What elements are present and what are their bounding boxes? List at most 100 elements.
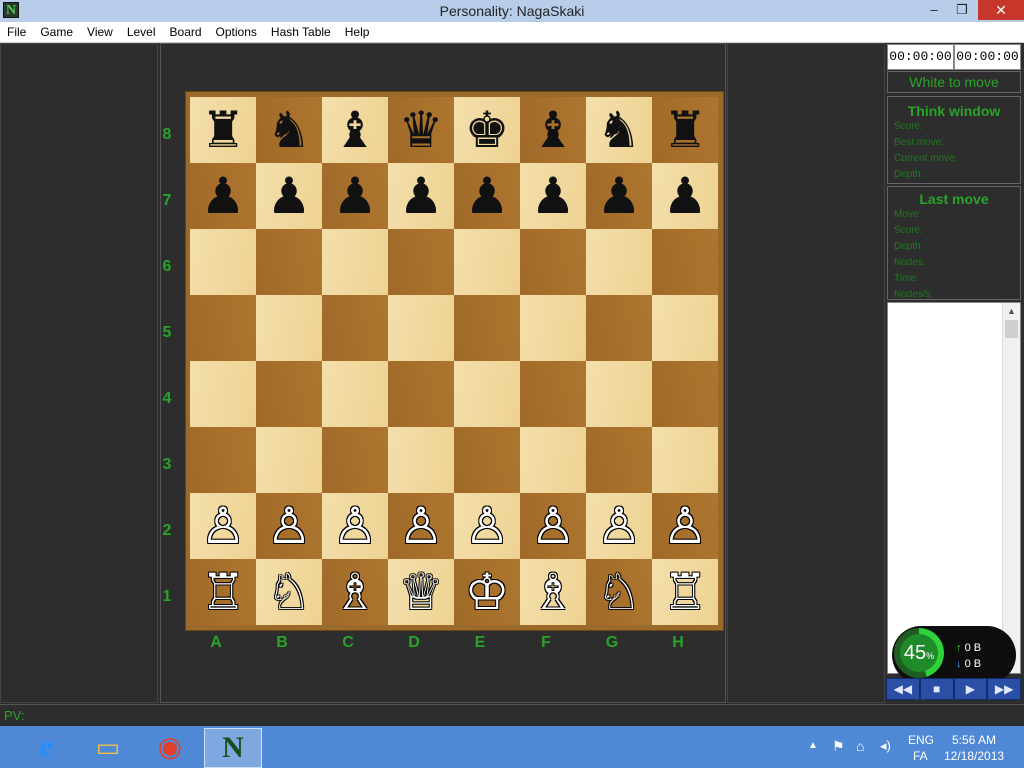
nagaskaki-icon[interactable]: N [204, 728, 262, 768]
language-indicator-fa[interactable]: FA [913, 749, 928, 763]
square-b5[interactable] [256, 295, 322, 361]
chess-piece-icon[interactable]: ♗ [531, 567, 576, 617]
square-b3[interactable] [256, 427, 322, 493]
square-e3[interactable] [454, 427, 520, 493]
chess-piece-icon[interactable]: ♟ [531, 171, 576, 221]
menu-board[interactable]: Board [163, 22, 209, 42]
square-g7[interactable]: ♟ [586, 163, 652, 229]
square-h7[interactable]: ♟ [652, 163, 718, 229]
square-b1[interactable]: ♘ [256, 559, 322, 625]
chess-piece-icon[interactable]: ♘ [267, 567, 312, 617]
square-e4[interactable] [454, 361, 520, 427]
square-e6[interactable] [454, 229, 520, 295]
square-h3[interactable] [652, 427, 718, 493]
square-a5[interactable] [190, 295, 256, 361]
square-e1[interactable]: ♔ [454, 559, 520, 625]
square-e5[interactable] [454, 295, 520, 361]
close-button[interactable]: ✕ [978, 0, 1024, 20]
chess-piece-icon[interactable]: ♙ [663, 501, 708, 551]
action-center-flag-icon[interactable]: ⚑ [832, 738, 845, 755]
square-d4[interactable] [388, 361, 454, 427]
chess-piece-icon[interactable]: ♟ [201, 171, 246, 221]
square-e7[interactable]: ♟ [454, 163, 520, 229]
chess-board[interactable]: ♜ ♞ ♝ ♛ ♚ ♝ ♞ ♜ ♟ ♟ ♟ ♟ ♟ ♟ ♟ ♟ ♙ ♙ ♙ ♙ ♙ ♙ ♙ ♙ ♖ ♘ ♗ ♕ ♔ ♗ ♘ ♖ [190, 97, 718, 625]
chess-piece-icon[interactable]: ♙ [531, 501, 576, 551]
square-c8[interactable]: ♝ [322, 97, 388, 163]
square-f8[interactable]: ♝ [520, 97, 586, 163]
chess-piece-icon[interactable]: ♞ [267, 105, 312, 155]
network-icon[interactable]: ⌂ [856, 738, 864, 754]
square-a3[interactable] [190, 427, 256, 493]
chess-piece-icon[interactable]: ♟ [333, 171, 378, 221]
chess-piece-icon[interactable]: ♖ [663, 567, 708, 617]
chess-piece-icon[interactable]: ♙ [597, 501, 642, 551]
chess-piece-icon[interactable]: ♙ [267, 501, 312, 551]
move-list-scrollbar[interactable]: ▲ [1002, 303, 1020, 673]
chrome-icon[interactable]: ◉ [142, 728, 198, 766]
chess-piece-icon[interactable]: ♟ [465, 171, 510, 221]
language-indicator-eng[interactable]: ENG [908, 733, 934, 747]
square-a8[interactable]: ♜ [190, 97, 256, 163]
chess-piece-icon[interactable]: ♔ [465, 567, 510, 617]
square-h6[interactable] [652, 229, 718, 295]
square-a6[interactable] [190, 229, 256, 295]
menu-file[interactable]: File [0, 22, 33, 42]
chess-piece-icon[interactable]: ♝ [333, 105, 378, 155]
chess-piece-icon[interactable]: ♟ [399, 171, 444, 221]
scroll-up-arrow-icon[interactable]: ▲ [1003, 303, 1020, 320]
square-b6[interactable] [256, 229, 322, 295]
chess-piece-icon[interactable]: ♕ [399, 567, 444, 617]
menu-hash-table[interactable]: Hash Table [264, 22, 338, 42]
square-c4[interactable] [322, 361, 388, 427]
square-d7[interactable]: ♟ [388, 163, 454, 229]
show-hidden-icons-icon[interactable]: ▲ [808, 740, 818, 751]
square-g6[interactable] [586, 229, 652, 295]
chess-piece-icon[interactable]: ♙ [465, 501, 510, 551]
square-f3[interactable] [520, 427, 586, 493]
square-g1[interactable]: ♘ [586, 559, 652, 625]
file-explorer-icon[interactable]: ▭ [80, 728, 136, 766]
square-a4[interactable] [190, 361, 256, 427]
square-d1[interactable]: ♕ [388, 559, 454, 625]
chess-piece-icon[interactable]: ♖ [201, 567, 246, 617]
square-a2[interactable]: ♙ [190, 493, 256, 559]
square-d6[interactable] [388, 229, 454, 295]
square-b2[interactable]: ♙ [256, 493, 322, 559]
chess-piece-icon[interactable]: ♟ [663, 171, 708, 221]
square-f7[interactable]: ♟ [520, 163, 586, 229]
square-a7[interactable]: ♟ [190, 163, 256, 229]
chess-piece-icon[interactable]: ♜ [663, 105, 708, 155]
square-d5[interactable] [388, 295, 454, 361]
chess-piece-icon[interactable]: ♙ [201, 501, 246, 551]
square-e8[interactable]: ♚ [454, 97, 520, 163]
square-d2[interactable]: ♙ [388, 493, 454, 559]
square-f6[interactable] [520, 229, 586, 295]
square-f5[interactable] [520, 295, 586, 361]
network-meter[interactable]: 45% ↑ 0 B ↓ 0 B [892, 626, 1016, 684]
square-c1[interactable]: ♗ [322, 559, 388, 625]
square-f4[interactable] [520, 361, 586, 427]
square-h1[interactable]: ♖ [652, 559, 718, 625]
chess-piece-icon[interactable]: ♘ [597, 567, 642, 617]
menu-help[interactable]: Help [338, 22, 377, 42]
chess-piece-icon[interactable]: ♞ [597, 105, 642, 155]
square-c2[interactable]: ♙ [322, 493, 388, 559]
chess-piece-icon[interactable]: ♟ [597, 171, 642, 221]
square-b8[interactable]: ♞ [256, 97, 322, 163]
clock-date[interactable]: 12/18/2013 [944, 749, 1004, 763]
square-c5[interactable] [322, 295, 388, 361]
square-e2[interactable]: ♙ [454, 493, 520, 559]
chess-piece-icon[interactable]: ♝ [531, 105, 576, 155]
stop-icon[interactable]: ■ [919, 678, 954, 700]
square-c7[interactable]: ♟ [322, 163, 388, 229]
chess-piece-icon[interactable]: ♚ [465, 105, 510, 155]
square-h5[interactable] [652, 295, 718, 361]
scrollbar-thumb[interactable] [1005, 320, 1018, 338]
square-g8[interactable]: ♞ [586, 97, 652, 163]
square-d8[interactable]: ♛ [388, 97, 454, 163]
minimize-button[interactable]: – [920, 0, 948, 20]
chess-piece-icon[interactable]: ♙ [399, 501, 444, 551]
maximize-button[interactable]: ❐ [948, 0, 976, 20]
volume-icon[interactable]: ◂) [880, 738, 891, 754]
chess-piece-icon[interactable]: ♛ [399, 105, 444, 155]
